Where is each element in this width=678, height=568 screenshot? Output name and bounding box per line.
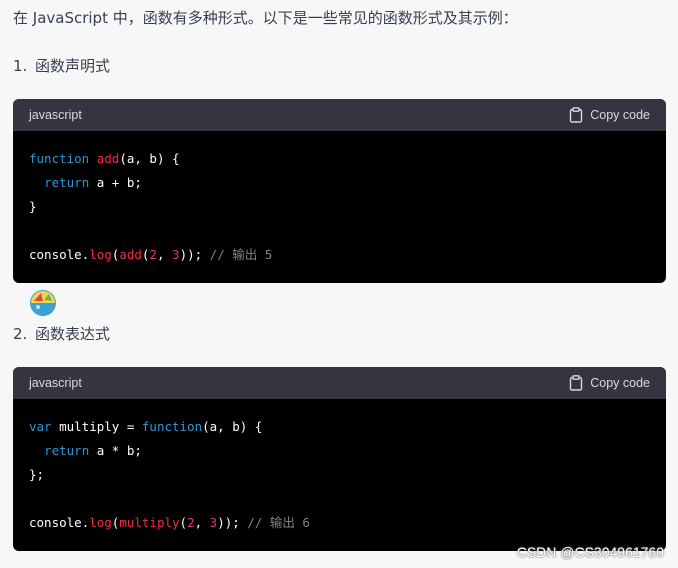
code-token: return	[44, 175, 90, 190]
code-token: return	[44, 443, 90, 458]
code-token: function	[141, 419, 203, 434]
code-comment: // 输出 5	[202, 247, 273, 262]
copy-code-label: Copy code	[590, 108, 650, 122]
list-item-heading-2: 2. 函数表达式	[13, 323, 110, 345]
list-number: 2.	[13, 325, 28, 343]
code-token: multiply	[119, 515, 180, 530]
clipboard-icon	[569, 375, 583, 391]
code-token: };	[29, 467, 45, 482]
code-token: ,	[156, 247, 173, 262]
list-item-title: 函数表达式	[35, 325, 111, 343]
code-token: console	[29, 247, 82, 262]
code-block-header: javascript Copy code	[13, 99, 666, 131]
copy-code-label: Copy code	[590, 376, 650, 390]
code-content: var multiply = function(a, b) { return a…	[13, 399, 666, 547]
code-token: ));	[179, 247, 203, 262]
code-token: a + b;	[89, 175, 142, 190]
code-token: add	[119, 247, 142, 262]
code-token: add	[96, 151, 120, 166]
code-language-label: javascript	[29, 108, 82, 122]
code-token: console	[29, 515, 82, 530]
code-token: log	[89, 247, 112, 262]
assistant-avatar-icon	[29, 289, 57, 317]
code-block-header: javascript Copy code	[13, 367, 666, 399]
code-token: function	[29, 151, 90, 166]
code-token: 2	[187, 515, 195, 530]
clipboard-icon	[569, 107, 583, 123]
list-item-title: 函数声明式	[35, 57, 111, 75]
code-token: }	[29, 199, 37, 214]
code-token: (a, b) {	[119, 151, 180, 166]
code-block-1: javascript Copy code function add(a, b) …	[13, 99, 666, 283]
code-token: 3	[172, 247, 180, 262]
code-token: log	[89, 515, 112, 530]
code-comment: // 输出 6	[239, 515, 310, 530]
code-token: a * b;	[89, 443, 142, 458]
intro-text: 在 JavaScript 中，函数有多种形式。以下是一些常见的函数形式及其示例：	[13, 9, 518, 27]
list-number: 1.	[13, 57, 28, 75]
code-token: (a, b) {	[202, 419, 263, 434]
code-token: ,	[194, 515, 210, 530]
code-token: var	[29, 419, 52, 434]
csdn-watermark: CSDN @CS304961760	[516, 544, 664, 560]
code-language-label: javascript	[29, 376, 82, 390]
code-block-2: javascript Copy code var multiply = func…	[13, 367, 666, 551]
code-token: 2	[149, 247, 157, 262]
code-content: function add(a, b) { return a + b; } con…	[13, 131, 666, 279]
code-token: ));	[217, 515, 240, 530]
code-token: multiply =	[51, 419, 142, 434]
copy-code-button[interactable]: Copy code	[569, 107, 650, 123]
list-item-heading-1: 1. 函数声明式	[13, 55, 110, 77]
copy-code-button[interactable]: Copy code	[569, 375, 650, 391]
code-token: (	[179, 515, 188, 530]
